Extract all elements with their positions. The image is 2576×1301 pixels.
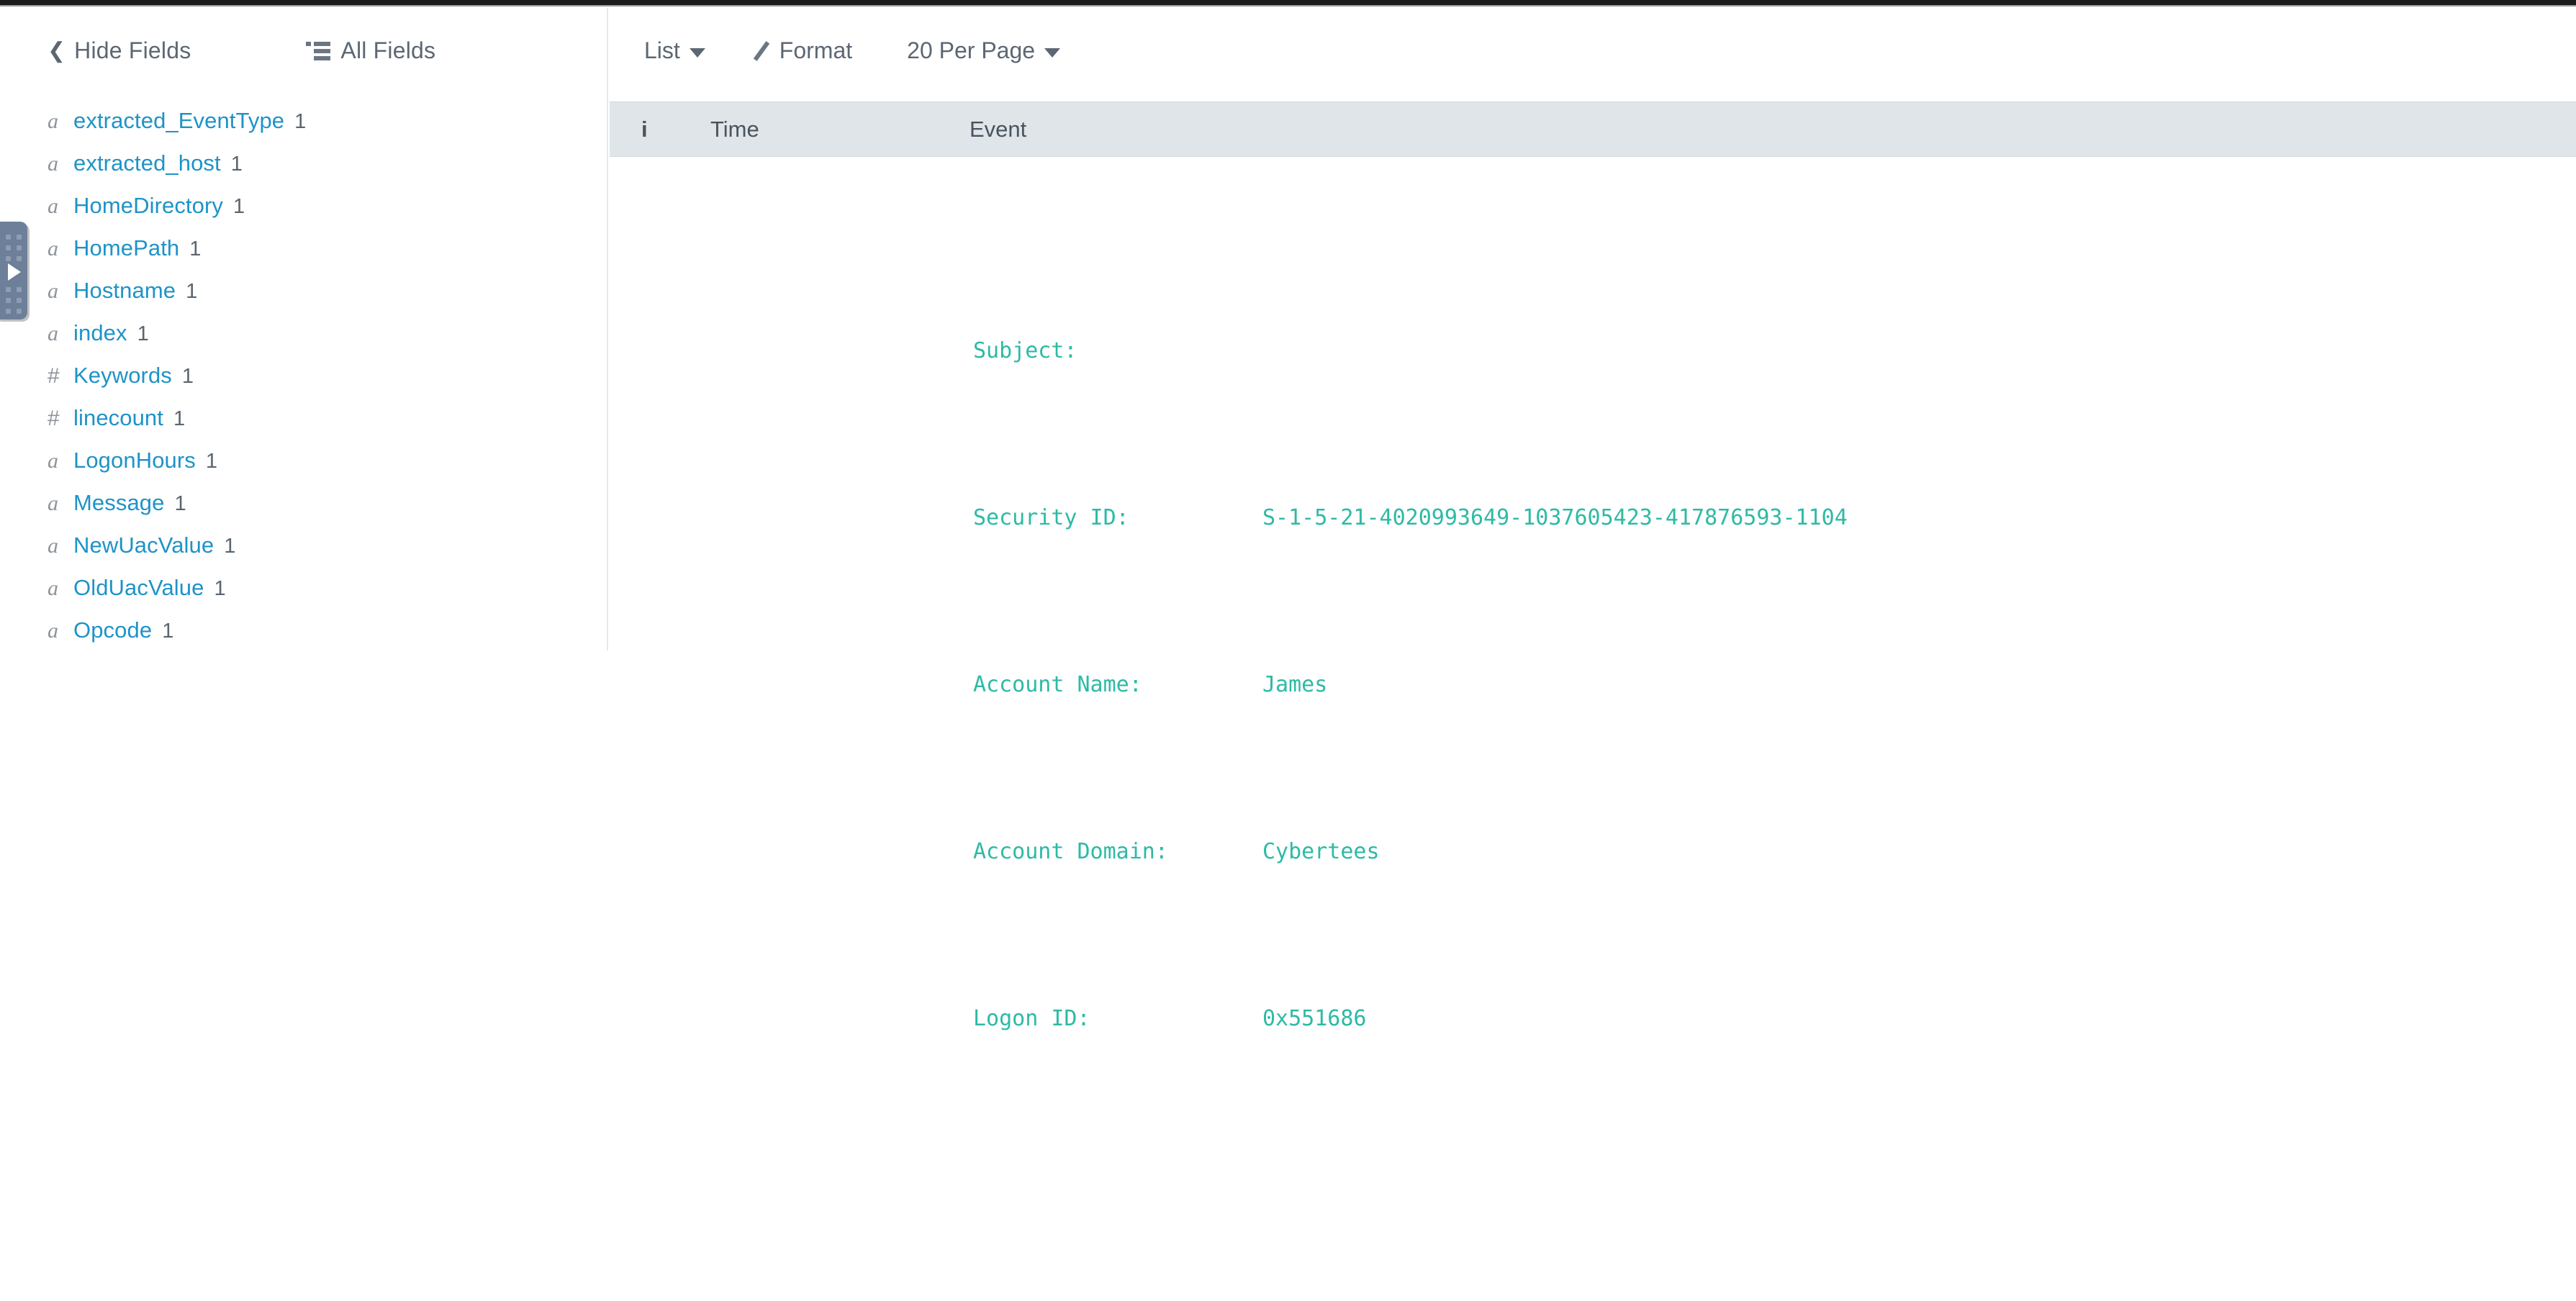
sidebar-resize-handle[interactable] bbox=[0, 222, 27, 319]
all-fields-button[interactable]: All Fields bbox=[306, 37, 435, 64]
field-type-icon: a bbox=[48, 449, 58, 473]
field-name: Keywords bbox=[73, 363, 172, 388]
format-button[interactable]: Format bbox=[751, 37, 852, 64]
field-name: extracted_host bbox=[73, 150, 221, 176]
field-list-item-keywords[interactable]: # Keywords 1 bbox=[0, 363, 607, 405]
subject-account-domain-value: Cybertees bbox=[1262, 839, 1380, 864]
field-type-icon: a bbox=[48, 194, 58, 218]
field-count: 1 bbox=[173, 407, 186, 430]
caret-down-icon bbox=[1044, 48, 1061, 58]
field-count: 1 bbox=[137, 322, 149, 345]
subject-logon-id-key: Logon ID: bbox=[973, 1006, 1090, 1031]
field-type-icon: a bbox=[48, 619, 58, 643]
window-top-strip bbox=[0, 0, 2576, 6]
caret-down-icon bbox=[689, 48, 705, 58]
subject-logon-id-value: 0x551686 bbox=[1262, 1006, 1367, 1031]
fields-sidebar-toolbar: ❮ Hide Fields All Fields bbox=[0, 8, 607, 94]
hide-fields-label: Hide Fields bbox=[74, 37, 191, 63]
field-count: 1 bbox=[294, 110, 307, 133]
field-type-icon: # bbox=[48, 407, 60, 430]
field-name: HomeDirectory bbox=[73, 193, 224, 218]
field-count: 1 bbox=[230, 153, 243, 176]
event-text-spacer bbox=[973, 1165, 2576, 1207]
field-count: 1 bbox=[174, 492, 186, 515]
per-page-dropdown[interactable]: 20 Per Page bbox=[907, 37, 1061, 64]
field-list-item-olduacvalue[interactable]: a OldUacValue 1 bbox=[0, 575, 607, 617]
subject-security-id-key: Security ID: bbox=[973, 505, 1129, 530]
field-count: 1 bbox=[224, 535, 236, 558]
view-mode-dropdown[interactable]: List bbox=[644, 37, 705, 64]
events-table-header: i Time Event bbox=[610, 101, 2576, 157]
field-type-icon: a bbox=[48, 576, 58, 600]
field-list-item-newuacvalue[interactable]: a NewUacValue 1 bbox=[0, 532, 607, 575]
field-type-icon: a bbox=[48, 534, 58, 558]
field-count: 1 bbox=[189, 237, 202, 260]
field-type-icon: a bbox=[48, 152, 58, 176]
field-type-icon: a bbox=[48, 279, 58, 303]
subject-security-id-row: Security ID: S-1-5-21-4020993649-1037605… bbox=[973, 497, 2576, 539]
pencil-icon bbox=[751, 40, 772, 62]
field-name: NewUacValue bbox=[73, 532, 214, 558]
field-name: LogonHours bbox=[73, 448, 196, 473]
subject-account-name-value: James bbox=[1262, 672, 1328, 697]
expand-panel-arrow-icon bbox=[8, 263, 21, 281]
events-panel: List Format 20 Per Page i Time Event Sub… bbox=[610, 8, 2576, 1031]
field-name: Message bbox=[73, 490, 165, 515]
subject-account-domain-key: Account Domain: bbox=[973, 839, 1168, 864]
event-detail-text: Subject: Security ID: S-1-5-21-402099364… bbox=[610, 157, 2576, 1031]
field-name: linecount bbox=[73, 405, 163, 430]
subject-account-name-key: Account Name: bbox=[973, 672, 1142, 697]
field-list-item-extracted-eventtype[interactable]: a extracted_EventType 1 bbox=[0, 108, 607, 150]
field-name: index bbox=[73, 320, 127, 345]
subject-heading: Subject: bbox=[973, 338, 1077, 363]
field-type-icon: a bbox=[48, 237, 58, 260]
events-toolbar: List Format 20 Per Page bbox=[610, 8, 2576, 94]
field-count: 1 bbox=[186, 280, 198, 303]
field-count: 1 bbox=[162, 620, 174, 643]
field-type-icon: a bbox=[48, 491, 58, 515]
view-mode-label: List bbox=[644, 37, 680, 63]
field-list-item-message[interactable]: a Message 1 bbox=[0, 490, 607, 532]
field-list-item-index[interactable]: a index 1 bbox=[0, 320, 607, 363]
field-list-item-opcode[interactable]: a Opcode 1 bbox=[0, 617, 607, 660]
column-header-event[interactable]: Event bbox=[970, 117, 1026, 142]
chevron-left-icon: ❮ bbox=[48, 38, 66, 63]
subject-logon-id-row: Logon ID: 0x551686 bbox=[973, 998, 2576, 1040]
field-name: extracted_EventType bbox=[73, 108, 285, 133]
field-name: Hostname bbox=[73, 278, 176, 303]
subject-account-domain-row: Account Domain: Cybertees bbox=[973, 831, 2576, 873]
field-name: OldUacValue bbox=[73, 575, 204, 600]
column-header-info[interactable]: i bbox=[641, 117, 648, 142]
field-list-item-homepath[interactable]: a HomePath 1 bbox=[0, 235, 607, 278]
field-count: 1 bbox=[214, 577, 226, 600]
format-label: Format bbox=[779, 37, 853, 63]
all-fields-label: All Fields bbox=[340, 37, 436, 63]
field-name: Opcode bbox=[73, 617, 153, 643]
field-list-item-logonhours[interactable]: a LogonHours 1 bbox=[0, 448, 607, 490]
field-count: 1 bbox=[233, 195, 245, 218]
column-header-time[interactable]: Time bbox=[710, 117, 759, 142]
field-name: HomePath bbox=[73, 235, 180, 260]
field-count: 1 bbox=[181, 365, 194, 388]
field-type-icon: a bbox=[48, 322, 58, 345]
field-list-item-hostname[interactable]: a Hostname 1 bbox=[0, 278, 607, 320]
hide-fields-button[interactable]: ❮ Hide Fields bbox=[48, 37, 191, 64]
field-list-item-extracted-host[interactable]: a extracted_host 1 bbox=[0, 150, 607, 193]
list-icon bbox=[306, 41, 331, 60]
field-type-icon: a bbox=[48, 109, 58, 133]
field-list: a extracted_EventType 1 a extracted_host… bbox=[0, 94, 607, 660]
fields-sidebar: ❮ Hide Fields All Fields a extracted_Eve… bbox=[0, 8, 608, 650]
per-page-label: 20 Per Page bbox=[907, 37, 1036, 63]
field-list-item-homedirectory[interactable]: a HomeDirectory 1 bbox=[0, 193, 607, 235]
field-type-icon: # bbox=[48, 364, 60, 388]
subject-account-name-row: Account Name: James bbox=[973, 664, 2576, 706]
field-list-item-linecount[interactable]: # linecount 1 bbox=[0, 405, 607, 448]
subject-security-id-value: S-1-5-21-4020993649-1037605423-417876593… bbox=[1262, 505, 1848, 530]
field-count: 1 bbox=[205, 450, 218, 473]
